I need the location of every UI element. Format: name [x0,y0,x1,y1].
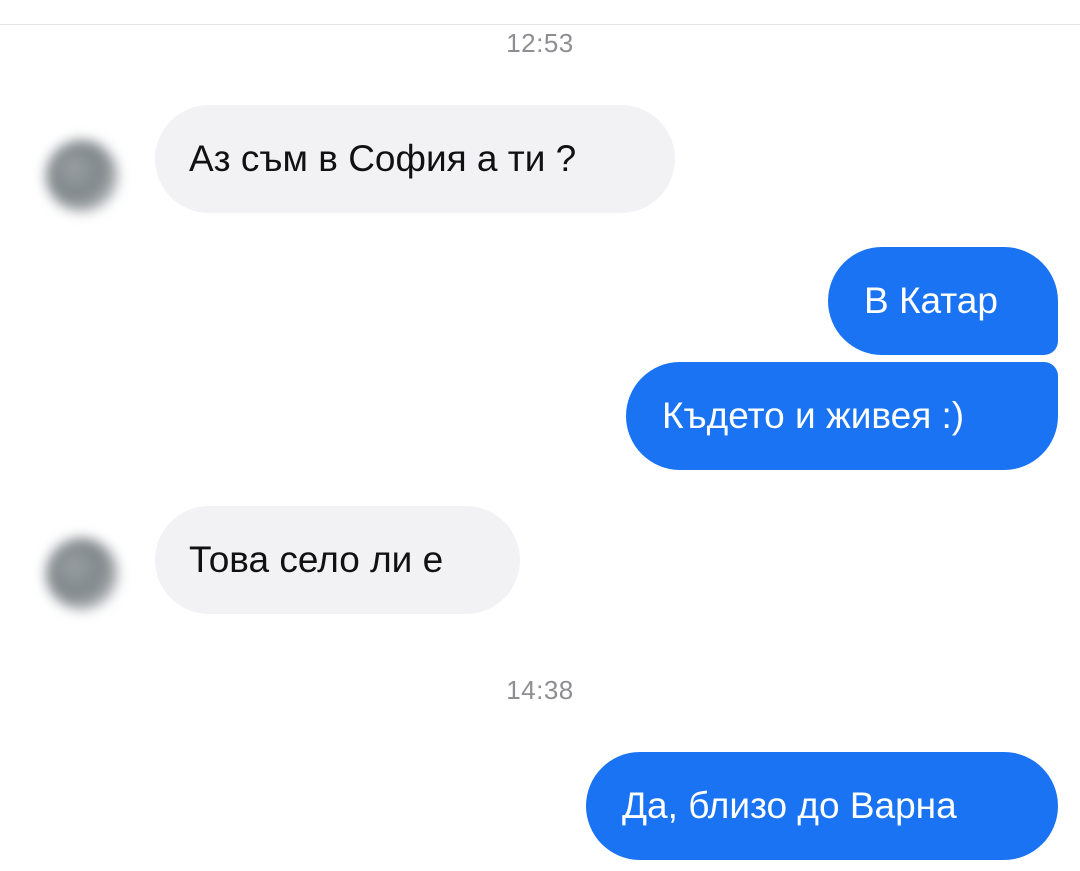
incoming-message-bubble[interactable]: Аз съм в София а ти ? [155,105,675,213]
message-text: Аз съм в София а ти ? [189,138,577,179]
outgoing-message-bubble[interactable]: Да, близо до Варна [586,752,1058,860]
incoming-message-bubble[interactable]: Това село ли е [155,506,520,614]
message-text: Да, близо до Варна [622,785,957,826]
message-text: Това село ли е [189,539,444,580]
contact-avatar[interactable] [46,140,118,212]
message-text: В Катар [864,280,998,321]
outgoing-message-bubble[interactable]: В Катар [828,247,1058,355]
contact-avatar[interactable] [46,538,118,610]
timestamp: 14:38 [506,675,574,705]
timestamp: 12:53 [506,28,574,58]
message-text: Където и живея :) [662,395,965,436]
outgoing-message-bubble[interactable]: Където и живея :) [626,362,1058,470]
top-divider [0,24,1080,25]
